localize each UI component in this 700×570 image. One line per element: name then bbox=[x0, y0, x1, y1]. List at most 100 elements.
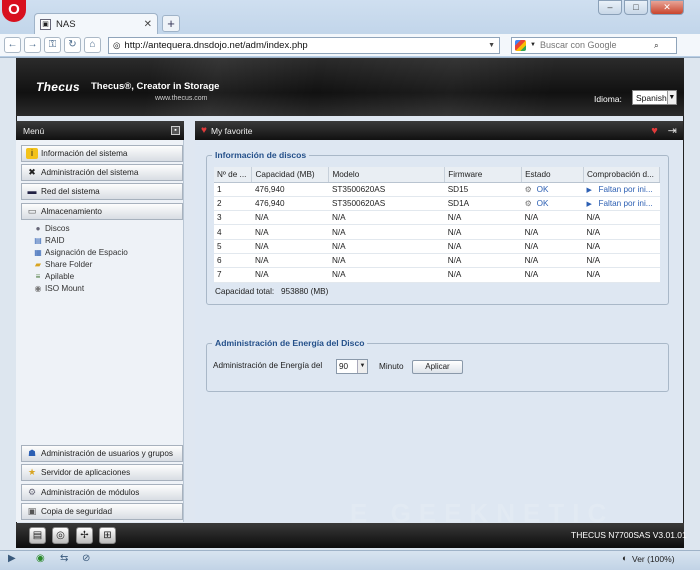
table-row[interactable]: 4 N/A N/A N/A N/A N/A bbox=[214, 224, 660, 240]
table-row[interactable]: 6 N/A N/A N/A N/A N/A bbox=[214, 253, 660, 269]
remove-favorite-icon[interactable]: ♥ bbox=[651, 125, 658, 137]
chevron-down-icon[interactable]: ▼ bbox=[666, 91, 676, 104]
cell: 2 bbox=[214, 196, 252, 212]
reload-button[interactable]: ↻ bbox=[64, 37, 81, 53]
cell: N/A bbox=[521, 239, 584, 254]
cell: N/A bbox=[328, 267, 445, 283]
cell: 3 bbox=[214, 210, 252, 226]
address-bar[interactable]: ◎ http://antequera.dnsdojo.net/adm/index… bbox=[108, 36, 500, 54]
address-dropdown-icon[interactable]: ▼ bbox=[488, 42, 495, 49]
sidebar-subitem-space[interactable]: ▦ Asignación de Espacio bbox=[33, 246, 128, 258]
power-minutes-select[interactable]: 90 ▼ bbox=[336, 359, 368, 374]
network-status-icon[interactable]: ⊞ bbox=[99, 527, 116, 544]
backup-icon: ▣ bbox=[27, 506, 37, 516]
chevron-down-icon[interactable]: ▼ bbox=[357, 360, 367, 373]
unite-icon[interactable]: ◉ bbox=[36, 553, 45, 564]
column-header[interactable]: Modelo bbox=[328, 167, 446, 183]
google-icon[interactable] bbox=[515, 39, 526, 51]
sidebar-item-system-admin[interactable]: ✖ Administración del sistema bbox=[21, 164, 183, 181]
sidebar-item-system-info[interactable]: i Información del sistema bbox=[21, 145, 183, 162]
search-engine-dropdown-icon[interactable]: ▼ bbox=[530, 42, 536, 48]
logout-icon[interactable]: ⇥ bbox=[668, 124, 677, 137]
apply-button[interactable]: Aplicar bbox=[412, 360, 463, 374]
check-text[interactable]: Faltan por ini... bbox=[598, 199, 652, 208]
sidebar-item-label: Copia de seguridad bbox=[41, 507, 113, 516]
header-url: www.thecus.com bbox=[155, 95, 208, 102]
column-header[interactable]: Estado bbox=[521, 167, 584, 183]
search-input[interactable] bbox=[539, 40, 650, 50]
power-title: Administración de Energía del Disco bbox=[212, 338, 368, 348]
column-header[interactable]: Nº de ... bbox=[214, 167, 253, 183]
cell: 4 bbox=[214, 224, 252, 240]
info-icon: i bbox=[26, 148, 38, 159]
language-value: Spanish bbox=[636, 92, 667, 103]
turbo-icon[interactable]: ⇆ bbox=[60, 553, 68, 564]
disk-status-icon[interactable]: ◎ bbox=[52, 527, 69, 544]
close-tab-icon[interactable]: ✕ bbox=[144, 19, 152, 30]
column-header[interactable]: Firmware bbox=[444, 167, 523, 183]
sidebar-item-users[interactable]: ☗ Administración de usuarios y grupos bbox=[21, 445, 183, 462]
cell: ST3500620AS bbox=[328, 182, 445, 197]
sidebar-subitem-disks[interactable]: ● Discos bbox=[33, 222, 70, 234]
cell: N/A bbox=[328, 224, 445, 240]
tab-title: NAS bbox=[56, 18, 76, 30]
disk-icon: ● bbox=[35, 223, 41, 233]
power-label: Administración de Energía del Disco: bbox=[213, 361, 323, 370]
zoom-level[interactable]: Ver (100%) bbox=[632, 554, 675, 564]
window-controls: – □ ✕ bbox=[598, 0, 684, 15]
wand-button[interactable]: ⚿ bbox=[44, 37, 61, 53]
sidebar-item-network[interactable]: ▬ Red del sistema bbox=[21, 183, 183, 200]
sidebar-item-label: Información del sistema bbox=[41, 149, 128, 158]
language-select[interactable]: Spanish ▼ bbox=[632, 90, 677, 105]
browser-tab[interactable]: ▣ NAS ✕ bbox=[34, 13, 158, 34]
cell: SD1A bbox=[444, 196, 522, 212]
cell: 6 bbox=[214, 253, 252, 269]
cell: N/A bbox=[444, 210, 522, 226]
search-icon[interactable]: ⌕ bbox=[654, 40, 659, 51]
cell: ▶ Faltan por ini... bbox=[583, 182, 660, 197]
fan-icon[interactable]: ✢ bbox=[76, 527, 93, 544]
play-icon[interactable]: ▶ bbox=[586, 200, 598, 208]
sidebar-subitem-raid[interactable]: ▤ RAID bbox=[33, 234, 64, 246]
cell: ▶ Faltan por ini... bbox=[583, 196, 660, 212]
forward-button[interactable]: → bbox=[24, 37, 41, 53]
sidebar-item-storage[interactable]: ▭ Almacenamiento bbox=[21, 203, 183, 220]
space-icon: ▦ bbox=[34, 247, 42, 257]
check-text[interactable]: Faltan por ini... bbox=[598, 185, 652, 194]
table-row[interactable]: 7 N/A N/A N/A N/A N/A bbox=[214, 267, 660, 283]
maximize-button[interactable]: □ bbox=[624, 0, 648, 15]
column-header[interactable]: Comprobación d... bbox=[583, 167, 661, 183]
table-row[interactable]: 5 N/A N/A N/A N/A N/A bbox=[214, 239, 660, 254]
subitem-label: Asignación de Espacio bbox=[45, 247, 128, 257]
sidebar-item-modules[interactable]: ⚙ Administración de módulos bbox=[21, 484, 183, 501]
sidebar-subitem-iso-mount[interactable]: ◉ ISO Mount bbox=[33, 282, 85, 294]
search-box[interactable]: ▼ ⌕ bbox=[511, 36, 677, 54]
minimize-button[interactable]: – bbox=[598, 0, 622, 15]
sidebar-item-label: Administración de usuarios y grupos bbox=[41, 449, 173, 458]
play-icon[interactable]: ▶ bbox=[586, 186, 598, 194]
panel-toggle-icon[interactable]: ▶ bbox=[8, 553, 16, 564]
power-minutes-value: 90 bbox=[339, 362, 349, 371]
home-button[interactable]: ⌂ bbox=[84, 37, 101, 53]
back-button[interactable]: ← bbox=[4, 37, 21, 53]
table-row[interactable]: 3 N/A N/A N/A N/A N/A bbox=[214, 210, 660, 226]
speed-dial-icon[interactable]: ⊘ bbox=[82, 553, 90, 564]
cell: N/A bbox=[521, 253, 584, 269]
sidebar-subitem-share-folder[interactable]: ▰ Share Folder bbox=[33, 258, 92, 270]
collapse-menu-icon[interactable]: ▪ bbox=[171, 126, 180, 135]
cell: N/A bbox=[251, 239, 329, 254]
sidebar-subitem-stackable[interactable]: ≡ Apilable bbox=[33, 270, 74, 282]
subitem-label: ISO Mount bbox=[45, 283, 85, 293]
cell: ⚙ OK bbox=[521, 196, 584, 212]
menu-title: Menú bbox=[23, 125, 45, 136]
window-close-button[interactable]: ✕ bbox=[650, 0, 684, 15]
sidebar-item-backup[interactable]: ▣ Copia de seguridad bbox=[21, 503, 183, 520]
menu-header: Menú ▪ bbox=[16, 121, 184, 140]
table-row[interactable]: 2 476,940 ST3500620AS SD1A ⚙ OK ▶ Faltan p… bbox=[214, 196, 660, 212]
monitor-icon[interactable]: ▤ bbox=[29, 527, 46, 544]
column-header[interactable]: Capacidad (MB) bbox=[251, 167, 330, 183]
new-tab-button[interactable]: + bbox=[162, 15, 180, 32]
sidebar-item-app-server[interactable]: ★ Servidor de aplicaciones bbox=[21, 464, 183, 481]
total-capacity-value: 953880 (MB) bbox=[281, 287, 329, 296]
table-row[interactable]: 1 476,940 ST3500620AS SD15 ⚙ OK ▶ Faltan p… bbox=[214, 182, 660, 197]
